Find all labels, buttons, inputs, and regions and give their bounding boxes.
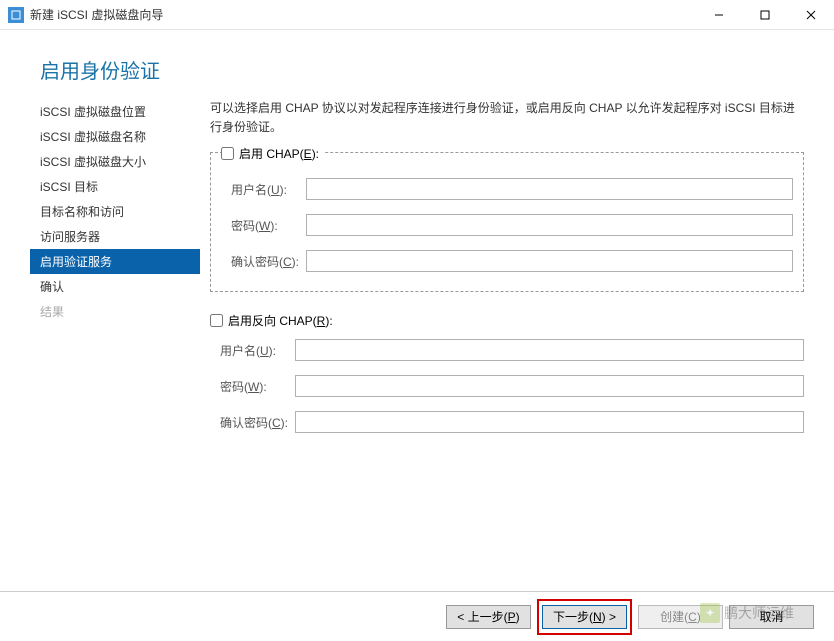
chap-password-label: 密码(W): (231, 217, 306, 234)
rchap-confirm-input[interactable] (295, 411, 804, 433)
wizard-step-8: 结果 (30, 299, 200, 324)
next-button[interactable]: 下一步(N) > (542, 605, 627, 629)
previous-button[interactable]: < 上一步(P) (446, 605, 531, 629)
rchap-username-label: 用户名(U): (220, 342, 295, 359)
maximize-button[interactable] (742, 0, 788, 30)
create-button: 创建(C) (638, 605, 723, 629)
description-text: 可以选择启用 CHAP 协议以对发起程序连接进行身份验证，或启用反向 CHAP … (210, 99, 804, 137)
rchap-username-input[interactable] (295, 339, 804, 361)
close-button[interactable] (788, 0, 834, 30)
chap-username-label: 用户名(U): (231, 181, 306, 198)
wizard-step-7[interactable]: 确认 (30, 274, 200, 299)
chap-password-input[interactable] (306, 214, 793, 236)
rchap-password-input[interactable] (295, 375, 804, 397)
chap-group: 启用 CHAP(E): 用户名(U): 密码(W): 确认密码(C): (210, 152, 804, 292)
cancel-button[interactable]: 取消 (729, 605, 814, 629)
chap-confirm-input[interactable] (306, 250, 793, 272)
wizard-step-3[interactable]: iSCSI 目标 (30, 174, 200, 199)
wizard-step-2[interactable]: iSCSI 虚拟磁盘大小 (30, 149, 200, 174)
wizard-step-4[interactable]: 目标名称和访问 (30, 199, 200, 224)
wizard-step-0[interactable]: iSCSI 虚拟磁盘位置 (30, 99, 200, 124)
rchap-password-label: 密码(W): (220, 378, 295, 395)
wizard-step-6[interactable]: 启用验证服务 (30, 249, 200, 274)
chap-username-input[interactable] (306, 178, 793, 200)
rchap-confirm-label: 确认密码(C): (220, 414, 295, 431)
wizard-step-5[interactable]: 访问服务器 (30, 224, 200, 249)
next-button-highlight: 下一步(N) > (537, 599, 632, 635)
minimize-button[interactable] (696, 0, 742, 30)
enable-chap-label[interactable]: 启用 CHAP(E): (239, 145, 319, 162)
enable-reverse-chap-label[interactable]: 启用反向 CHAP(R): (228, 312, 333, 329)
enable-reverse-chap-checkbox[interactable] (210, 314, 223, 327)
window-title: 新建 iSCSI 虚拟磁盘向导 (30, 6, 696, 23)
app-icon (8, 7, 24, 23)
wizard-steps-sidebar: iSCSI 虚拟磁盘位置iSCSI 虚拟磁盘名称iSCSI 虚拟磁盘大小iSCS… (30, 99, 200, 599)
enable-chap-checkbox[interactable] (221, 147, 234, 160)
chap-confirm-label: 确认密码(C): (231, 253, 306, 270)
page-title: 启用身份验证 (40, 55, 794, 84)
wizard-step-1[interactable]: iSCSI 虚拟磁盘名称 (30, 124, 200, 149)
reverse-chap-group: 启用反向 CHAP(R): 用户名(U): 密码(W): 确认密码(C): (210, 312, 804, 433)
